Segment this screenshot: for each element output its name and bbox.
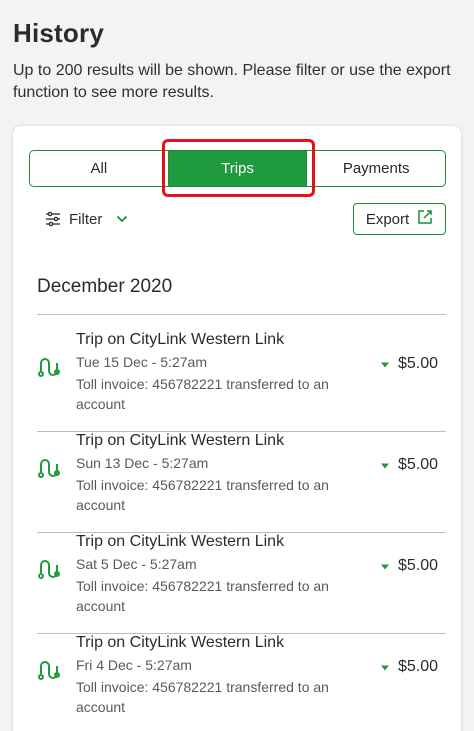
transaction-row[interactable]: Trip on CityLink Western Link Tue 15 Dec… [37, 315, 446, 416]
transaction-description: Toll invoice: 456782221 transferred to a… [76, 679, 329, 715]
transaction-title: Trip on CityLink Western Link [76, 432, 285, 449]
page-subtitle: Up to 200 results will be shown. Please … [13, 62, 451, 101]
tab-bar: All Trips Payments [29, 150, 446, 187]
history-card: All Trips Payments Filter Export Decembe… [13, 126, 461, 731]
transaction-date: Fri 4 Dec - 5:27am [76, 657, 192, 673]
tab-payments[interactable]: Payments [306, 151, 445, 186]
transaction-date: Sat 5 Dec - 5:27am [76, 556, 197, 572]
external-link-icon [417, 209, 433, 229]
transaction-description: Toll invoice: 456782221 transferred to a… [76, 376, 329, 412]
transaction-row[interactable]: Trip on CityLink Western Link Sun 13 Dec… [37, 416, 446, 517]
route-icon [37, 355, 61, 384]
filter-button[interactable]: Filter [45, 208, 128, 230]
transaction-description: Toll invoice: 456782221 transferred to a… [76, 477, 329, 513]
transaction-date: Tue 15 Dec - 5:27am [76, 354, 207, 370]
export-button[interactable]: Export [353, 203, 446, 235]
transaction-amount[interactable]: $5.00 [380, 456, 438, 474]
transaction-date: Sun 13 Dec - 5:27am [76, 455, 209, 471]
tab-all[interactable]: All [30, 151, 168, 186]
transaction-amount[interactable]: $5.00 [380, 658, 438, 676]
transaction-row[interactable]: Trip on CityLink Western Link Fri 4 Dec … [37, 618, 446, 719]
tab-trips[interactable]: Trips [167, 151, 307, 186]
amount-value: $5.00 [397, 658, 438, 675]
caret-down-icon [380, 658, 390, 676]
page-title: History [13, 18, 104, 48]
caret-down-icon [380, 355, 390, 373]
route-icon [37, 557, 61, 586]
transaction-title: Trip on CityLink Western Link [76, 533, 285, 550]
route-icon [37, 658, 61, 687]
transaction-description: Toll invoice: 456782221 transferred to a… [76, 578, 329, 614]
transaction-amount[interactable]: $5.00 [380, 557, 438, 575]
transaction-row[interactable]: Trip on CityLink Western Link Sat 5 Dec … [37, 517, 446, 618]
filter-label: Filter [69, 210, 103, 228]
transaction-title: Trip on CityLink Western Link [76, 331, 285, 348]
month-heading: December 2020 [37, 276, 173, 297]
transaction-title: Trip on CityLink Western Link [76, 634, 285, 651]
caret-down-icon [380, 456, 390, 474]
amount-value: $5.00 [397, 456, 438, 473]
amount-value: $5.00 [397, 355, 438, 372]
amount-value: $5.00 [397, 557, 438, 574]
transaction-amount[interactable]: $5.00 [380, 355, 438, 373]
caret-down-icon [380, 557, 390, 575]
route-icon [37, 456, 61, 485]
chevron-down-icon [116, 215, 128, 223]
export-label: Export [365, 210, 410, 228]
sliders-icon [45, 211, 61, 227]
